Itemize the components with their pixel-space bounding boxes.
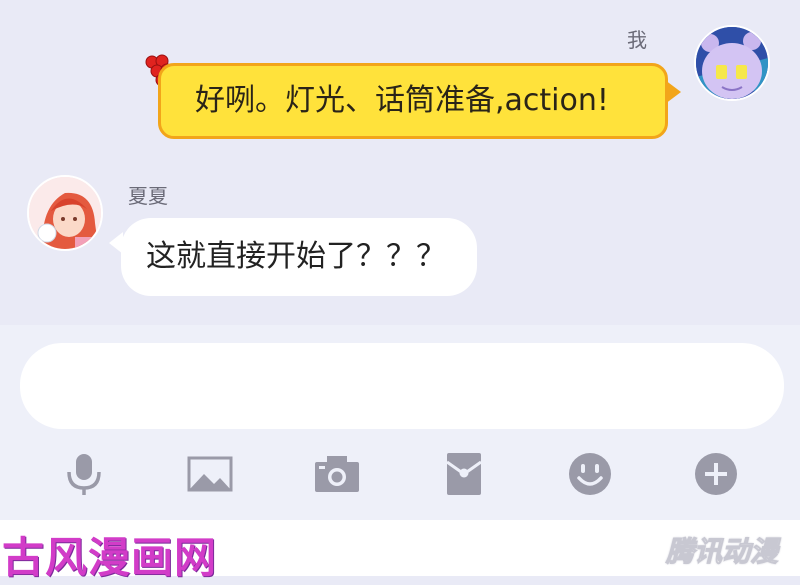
avatar-me[interactable] (694, 25, 770, 101)
message-bubble-me[interactable]: 好咧。灯光、话筒准备,action! (158, 63, 681, 139)
bear-avatar-icon (696, 27, 768, 99)
footer: 古风漫画网 腾讯动漫 (0, 520, 800, 582)
sender-name-xiaxia: 夏夏 (128, 184, 168, 208)
message-text-xiaxia: 这就直接开始了？？？ (146, 239, 446, 274)
girl-avatar-icon (29, 177, 101, 249)
image-icon[interactable] (186, 450, 234, 498)
sender-name-me: 我 (627, 28, 647, 52)
chat-area: 我 好咧。灯光、话筒准备,action! 夏夏 这就直接开始了？？？ (0, 0, 800, 325)
emoji-icon[interactable] (566, 450, 614, 498)
add-icon[interactable] (692, 450, 740, 498)
message-bubble-xiaxia[interactable]: 这就直接开始了？？？ (109, 218, 477, 296)
message-text-me: 好咧。灯光、话筒准备,action! (195, 83, 609, 118)
message-input[interactable] (20, 343, 784, 429)
microphone-icon[interactable] (60, 450, 108, 498)
camera-icon[interactable] (313, 450, 361, 498)
watermark-right: 腾讯动漫 (665, 535, 778, 569)
red-packet-icon[interactable] (440, 450, 488, 498)
input-bar (0, 325, 800, 520)
avatar-xiaxia[interactable] (27, 175, 103, 251)
